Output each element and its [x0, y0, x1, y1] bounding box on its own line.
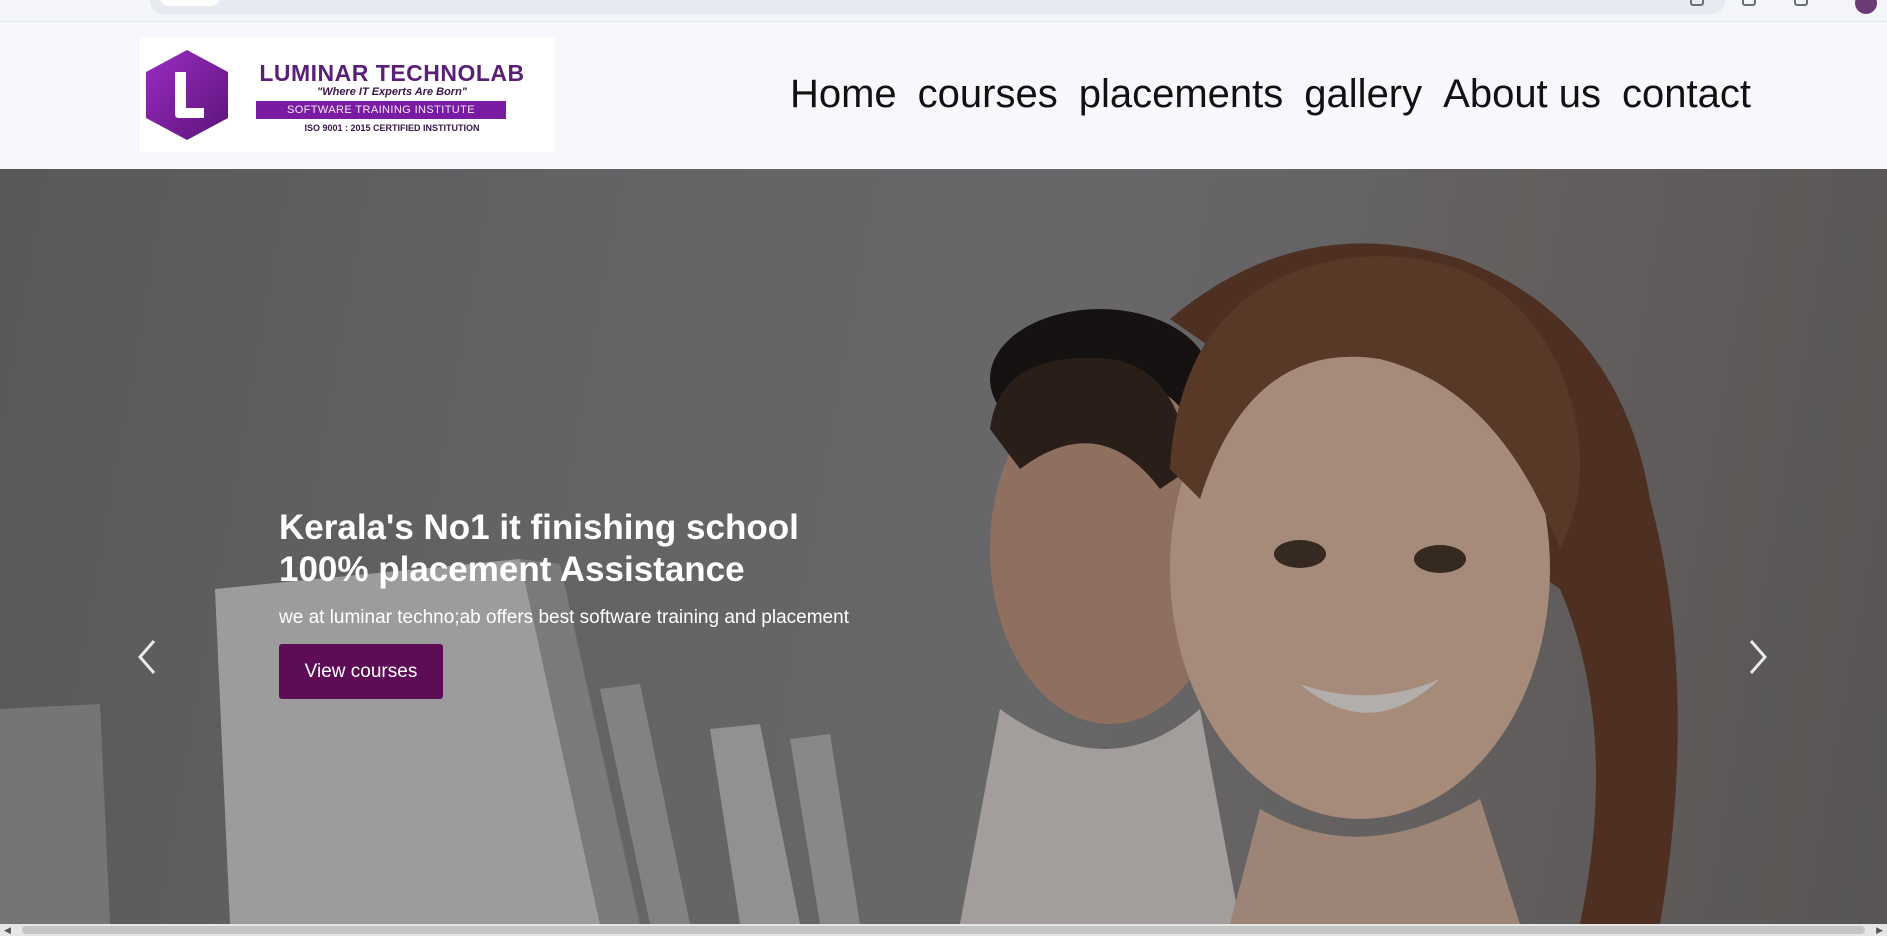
hero-title-line1: Kerala's No1 it finishing school — [279, 508, 799, 547]
extensions-icon[interactable] — [1742, 0, 1756, 6]
view-courses-button[interactable]: View courses — [279, 644, 443, 699]
scrollbar-thumb[interactable] — [22, 926, 1865, 934]
horizontal-scrollbar[interactable]: ◀ ▶ — [0, 924, 1887, 936]
nav-courses[interactable]: courses — [918, 72, 1058, 117]
profile-avatar[interactable] — [1855, 0, 1877, 14]
logo-band: SOFTWARE TRAINING INSTITUTE — [256, 101, 506, 119]
nav-contact[interactable]: contact — [1622, 72, 1751, 117]
logo-iso-text: ISO 9001 : 2015 CERTIFIED INSTITUTION — [304, 123, 480, 133]
scroll-right-icon[interactable]: ▶ — [1876, 925, 1883, 935]
nav-home[interactable]: Home — [790, 72, 897, 117]
chevron-right-icon[interactable] — [1737, 637, 1777, 677]
address-url-text — [235, 0, 755, 2]
chevron-left-icon[interactable] — [128, 637, 168, 677]
bookmark-star-icon[interactable] — [1690, 0, 1704, 6]
nav-about-us[interactable]: About us — [1443, 72, 1601, 117]
site-header: LUMINAR TECHNOLAB "Where IT Experts Are … — [0, 22, 1887, 169]
main-nav: Home courses placements gallery About us… — [790, 72, 1751, 117]
scroll-left-icon[interactable]: ◀ — [4, 925, 11, 935]
hero-title-line2: 100% placement Assistance — [279, 550, 745, 589]
address-bar[interactable] — [150, 0, 1725, 14]
logo-tagline: "Where IT Experts Are Born" — [317, 86, 467, 98]
logo-title: LUMINAR TECHNOLAB — [259, 60, 525, 86]
hero-carousel: Kerala's No1 it finishing school 100% pl… — [0, 169, 1887, 924]
tab-window-icon[interactable] — [1794, 0, 1808, 6]
nav-placements[interactable]: placements — [1079, 72, 1284, 117]
site-info-chip[interactable] — [160, 0, 220, 6]
browser-toolbar — [0, 0, 1887, 22]
brand-logo[interactable]: LUMINAR TECHNOLAB "Where IT Experts Are … — [140, 38, 555, 152]
hero-caption: Kerala's No1 it finishing school 100% pl… — [279, 507, 849, 699]
logo-hexagon-icon — [146, 50, 228, 140]
hero-subtitle: we at luminar techno;ab offers best soft… — [279, 607, 849, 628]
nav-gallery[interactable]: gallery — [1304, 72, 1422, 117]
